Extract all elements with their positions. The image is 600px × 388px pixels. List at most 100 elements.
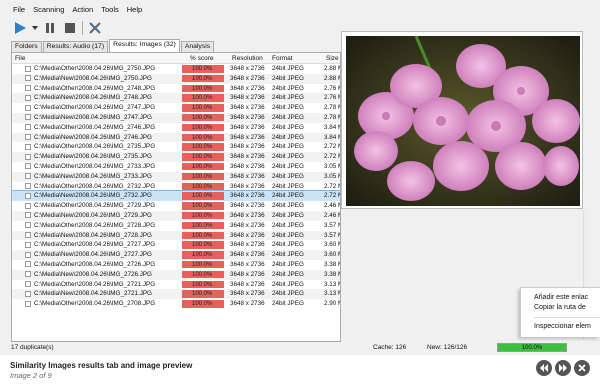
cell-format: 24bit JPEG — [272, 260, 304, 268]
score-bar: 100.0% — [182, 221, 224, 230]
header-size[interactable]: Size — [326, 55, 339, 62]
table-row[interactable]: C:\Media\New\2008.04.26\IMG_2735.JPG 3648… — [12, 152, 340, 162]
cell-resolution: 3648 x 2736 — [230, 123, 265, 131]
cell-format: 24bit JPEG — [272, 251, 304, 259]
cell-resolution: 3648 x 2736 — [230, 202, 265, 210]
menu-scanning[interactable]: Scanning — [33, 5, 64, 16]
file-icon — [25, 104, 31, 111]
menu-file[interactable]: File — [13, 5, 25, 16]
cell-resolution: 3648 x 2736 — [230, 153, 265, 161]
cell-file: C:\Media\Other\2008.04.26\IMG_2733.JPG — [34, 162, 156, 170]
table-row[interactable]: C:\Media\Other\2008.04.26\IMG_2727.JPG 36… — [12, 240, 340, 251]
context-item-copy-path[interactable]: Copiar la ruta de — [534, 304, 586, 311]
tab-results-images[interactable]: Results: Images (32) — [109, 39, 180, 52]
score-label: 100.0% — [192, 173, 213, 180]
cell-size: 2.46 MB — [324, 202, 340, 210]
table-row[interactable]: C:\Media\Other\2008.04.26\IMG_2708.JPG 36… — [12, 299, 340, 309]
table-row[interactable]: C:\Media\New\2008.04.26\IMG_2729.JPG 3648… — [12, 210, 340, 221]
play-icon[interactable] — [12, 20, 28, 36]
caption-subtitle: Image 2 of 9 — [10, 371, 52, 380]
score-bar: 100.0% — [182, 251, 224, 259]
image-preview — [341, 31, 583, 209]
flower-photo — [346, 36, 580, 206]
score-label: 100.0% — [192, 222, 213, 229]
cell-file: C:\Media\Other\2008.04.26\IMG_2748.JPG — [34, 84, 156, 92]
file-icon — [25, 134, 31, 141]
score-bar: 100.0% — [182, 84, 224, 93]
cell-file: C:\Media\New\2008.04.26\IMG_2750.JPG — [34, 74, 152, 82]
cell-size: 2.88 MB — [324, 65, 340, 72]
pause-icon[interactable] — [42, 20, 58, 36]
score-label: 100.0% — [192, 183, 213, 190]
table-row[interactable]: C:\Media\New\2008.04.26\IMG_2732.JPG 3648… — [12, 190, 340, 203]
header-format[interactable]: Format — [272, 55, 293, 62]
dropdown-arrow-icon[interactable] — [32, 20, 38, 36]
tab-analysis[interactable]: Analysis — [180, 41, 215, 52]
file-icon — [25, 173, 31, 180]
cell-file: C:\Media\Other\2008.04.26\IMG_2735.JPG — [34, 143, 156, 151]
cell-size: 3.60 MB — [324, 251, 340, 259]
cell-resolution: 3648 x 2736 — [230, 113, 265, 121]
menu-tools[interactable]: Tools — [101, 5, 119, 16]
stop-icon[interactable] — [62, 20, 78, 36]
table-row[interactable]: C:\Media\Other\2008.04.26\IMG_2735.JPG 36… — [12, 142, 340, 153]
cell-size: 2.72 MB — [324, 143, 340, 151]
context-item-add-link[interactable]: Añadir este enlac — [534, 294, 588, 301]
header-file[interactable]: File — [15, 55, 25, 62]
score-bar: 100.0% — [182, 280, 224, 289]
menu-help[interactable]: Help — [127, 5, 142, 16]
tab-results-audio[interactable]: Results: Audio (17) — [42, 41, 109, 52]
table-row[interactable]: C:\Media\New\2008.04.26\IMG_2726.JPG 3648… — [12, 269, 340, 280]
cell-resolution: 3648 x 2736 — [230, 104, 265, 112]
table-row[interactable]: C:\Media\New\2008.04.26\IMG_2748.JPG 3648… — [12, 93, 340, 104]
cell-resolution: 3648 x 2736 — [230, 172, 265, 180]
table-row[interactable]: C:\Media\New\2008.04.26\IMG_2728.JPG 3648… — [12, 230, 340, 241]
cell-size: 3.13 MB — [324, 290, 340, 298]
table-row[interactable]: C:\Media\New\2008.04.26\IMG_2747.JPG 3648… — [12, 112, 340, 123]
table-row[interactable]: C:\Media\Other\2008.04.26\IMG_2747.JPG 36… — [12, 103, 340, 113]
close-icon[interactable] — [574, 360, 590, 376]
cell-size: 2.72 MB — [324, 192, 340, 200]
file-icon — [25, 75, 31, 82]
header-score[interactable]: % score — [190, 55, 213, 62]
cell-format: 24bit JPEG — [272, 123, 304, 131]
table-row[interactable]: C:\Media\New\2008.04.26\IMG_2733.JPG 3648… — [12, 171, 340, 182]
table-row[interactable]: C:\Media\Other\2008.04.26\IMG_2728.JPG 36… — [12, 220, 340, 231]
header-resolution[interactable]: Resolution — [232, 55, 263, 62]
file-icon — [25, 261, 31, 268]
table-row[interactable]: C:\Media\Other\2008.04.26\IMG_2746.JPG 36… — [12, 122, 340, 133]
table-row[interactable]: C:\Media\New\2008.04.26\IMG_2746.JPG 3648… — [12, 132, 340, 143]
score-label: 100.0% — [192, 134, 213, 141]
table-row[interactable]: C:\Media\Other\2008.04.26\IMG_2726.JPG 36… — [12, 259, 340, 270]
progress-bar: 100.0% — [497, 343, 567, 352]
next-icon[interactable] — [555, 360, 571, 376]
cell-format: 24bit JPEG — [272, 182, 304, 190]
table-row[interactable]: C:\Media\Other\2008.04.26\IMG_2733.JPG 36… — [12, 161, 340, 172]
table-row[interactable]: C:\Media\New\2008.04.26\IMG_2721.JPG 3648… — [12, 289, 340, 300]
cell-size: 2.76 MB — [324, 94, 340, 102]
context-item-inspect[interactable]: Inspeccionar elem — [534, 323, 591, 330]
table-row[interactable]: C:\Media\Other\2008.04.26\IMG_2729.JPG 36… — [12, 201, 340, 211]
tools-icon[interactable] — [87, 20, 103, 36]
file-icon — [25, 202, 31, 209]
table-row[interactable]: C:\Media\Other\2008.04.26\IMG_2732.JPG 36… — [12, 181, 340, 192]
table-row[interactable]: C:\Media\New\2008.04.26\IMG_2750.JPG 3648… — [12, 73, 340, 84]
score-bar: 100.0% — [182, 94, 224, 102]
table-row[interactable]: C:\Media\Other\2008.04.26\IMG_2721.JPG 36… — [12, 279, 340, 290]
file-icon — [25, 212, 31, 219]
table-row[interactable]: C:\Media\Other\2008.04.26\IMG_2750.JPG 36… — [12, 64, 340, 74]
cell-resolution: 3648 x 2736 — [230, 270, 265, 278]
cell-resolution: 3648 x 2736 — [230, 290, 265, 298]
file-icon — [25, 124, 31, 131]
previous-icon[interactable] — [536, 360, 552, 376]
score-bar: 100.0% — [182, 290, 224, 298]
cell-file: C:\Media\New\2008.04.26\IMG_2729.JPG — [34, 211, 152, 219]
menu-action[interactable]: Action — [72, 5, 93, 16]
score-bar: 100.0% — [182, 231, 224, 240]
table-row[interactable]: C:\Media\Other\2008.04.26\IMG_2748.JPG 36… — [12, 83, 340, 94]
table-row[interactable]: C:\Media\New\2008.04.26\IMG_2727.JPG 3648… — [12, 250, 340, 260]
toolbar-separator — [82, 21, 83, 35]
score-bar: 100.0% — [182, 192, 224, 200]
tab-folders[interactable]: Folders — [11, 41, 42, 52]
file-icon — [25, 85, 31, 92]
